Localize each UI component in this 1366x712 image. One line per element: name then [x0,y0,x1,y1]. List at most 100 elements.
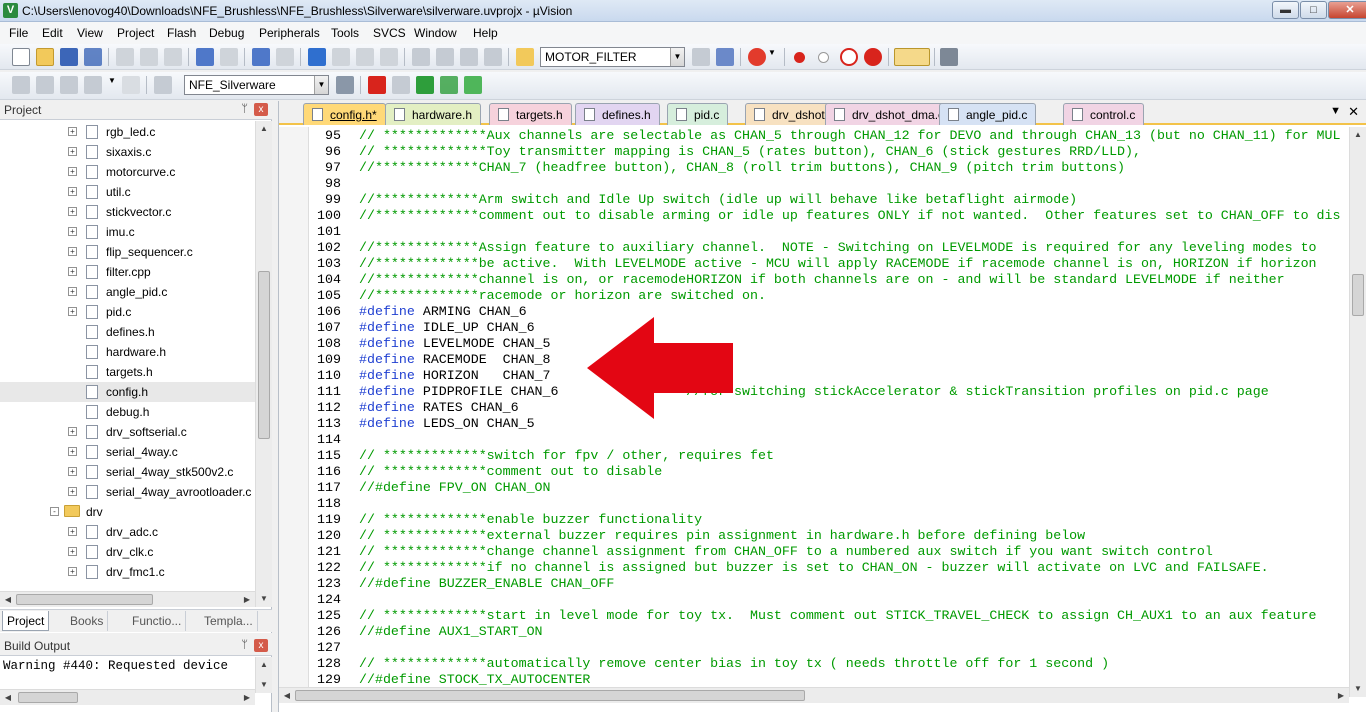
paste-icon[interactable] [164,48,182,66]
editor-tab[interactable]: defines.h [575,103,660,125]
find-icon[interactable] [692,48,710,66]
editor-tab[interactable]: drv_dshot_dma.c [825,103,954,125]
new-file-icon[interactable] [12,48,30,66]
scroll-down-icon[interactable]: ▼ [256,591,272,607]
chevron-down-icon[interactable]: ▼ [768,48,778,66]
find-combo[interactable]: MOTOR_FILTER ▼ [540,47,685,67]
prev-bookmark-icon[interactable] [332,48,350,66]
menu-window[interactable]: Window [414,26,457,40]
disable-breakpoint-icon[interactable] [818,52,829,63]
scroll-thumb[interactable] [1352,274,1364,316]
minimize-button[interactable]: ▬ [1272,1,1299,19]
menu-view[interactable]: View [77,26,103,40]
bookmark-icon[interactable] [308,48,326,66]
redo-icon[interactable] [220,48,238,66]
scroll-down-icon[interactable]: ▼ [1350,681,1366,697]
menu-project[interactable]: Project [117,26,154,40]
expand-icon[interactable]: + [68,547,77,556]
find-in-files-icon[interactable] [516,48,534,66]
build-vertical-scrollbar[interactable]: ▲ ▼ [255,657,272,693]
menu-file[interactable]: File [9,26,28,40]
tree-item[interactable]: + sixaxis.c [0,142,255,162]
download-icon[interactable] [154,76,172,94]
target-combo[interactable]: NFE_Silverware ▼ [184,75,329,95]
scroll-left-icon[interactable]: ◀ [279,688,295,704]
manage-run-time-icon[interactable] [416,76,434,94]
tab-books[interactable]: Books [66,611,109,631]
configure-icon[interactable] [940,48,958,66]
menu-peripherals[interactable]: Peripherals [259,26,320,40]
tree-item[interactable]: + serial_4way.c [0,442,255,462]
tree-item[interactable]: + serial_4way_stk500v2.c [0,462,255,482]
select-packs-icon[interactable] [392,76,410,94]
editor-tab[interactable]: config.h* [303,103,386,125]
uncomment-icon[interactable] [484,48,502,66]
editor-tab[interactable]: control.c [1063,103,1145,125]
tree-item[interactable]: + util.c [0,182,255,202]
editor-vertical-scrollbar[interactable]: ▲ ▼ [1349,127,1366,697]
navigate-forward-icon[interactable] [276,48,294,66]
save-icon[interactable] [60,48,78,66]
expand-icon[interactable]: + [68,247,77,256]
tree-item[interactable]: targets.h [0,362,255,382]
incremental-find-icon[interactable] [716,48,734,66]
scroll-left-icon[interactable]: ◀ [0,690,16,706]
project-horizontal-scrollbar[interactable]: ◀ ▶ [0,591,255,607]
expand-icon[interactable]: + [68,227,77,236]
scroll-up-icon[interactable]: ▲ [256,121,272,137]
cut-icon[interactable] [116,48,134,66]
expand-icon[interactable]: + [68,487,77,496]
unindent-icon[interactable] [436,48,454,66]
tree-item[interactable]: + drv_adc.c [0,522,255,542]
expand-icon[interactable]: + [68,447,77,456]
tree-item[interactable]: + drv_clk.c [0,542,255,562]
menu-debug[interactable]: Debug [209,26,244,40]
pack-installer-icon[interactable] [440,76,458,94]
chevron-down-icon[interactable]: ▼ [314,76,328,94]
expand-icon[interactable]: + [68,467,77,476]
tree-item[interactable]: + pid.c [0,302,255,322]
undo-icon[interactable] [196,48,214,66]
scroll-right-icon[interactable]: ▶ [239,592,255,608]
scroll-right-icon[interactable]: ▶ [1333,688,1349,704]
editor-horizontal-scrollbar[interactable]: ◀ ▶ [279,687,1349,703]
indent-icon[interactable] [412,48,430,66]
close-icon[interactable]: ✕ [1348,104,1359,120]
pin-icon[interactable]: ᛘ [241,103,248,115]
tree-item[interactable]: + serial_4way_avrootloader.c [0,482,255,502]
collapse-icon[interactable]: - [50,507,59,516]
window-layout-icon[interactable] [894,48,930,66]
editor-tab[interactable]: hardware.h [385,103,482,125]
tree-item[interactable]: + imu.c [0,222,255,242]
manage-project-items-icon[interactable] [368,76,386,94]
kill-all-breakpoints-icon[interactable] [864,48,882,66]
tree-item[interactable]: hardware.h [0,342,255,362]
translate-icon[interactable] [12,76,30,94]
tree-item[interactable]: + angle_pid.c [0,282,255,302]
close-icon[interactable]: x [254,639,268,652]
menu-svcs[interactable]: SVCS [373,26,406,40]
breakpoint-icon[interactable] [794,52,805,63]
menu-flash[interactable]: Flash [167,26,196,40]
chevron-down-icon[interactable]: ▼ [108,76,118,94]
scroll-thumb[interactable] [258,271,270,439]
code-area[interactable]: 95 // *************Aux channels are selec… [279,127,1341,687]
scroll-thumb[interactable] [295,690,805,701]
build-horizontal-scrollbar[interactable]: ◀ ▶ [0,689,255,705]
next-bookmark-icon[interactable] [356,48,374,66]
expand-icon[interactable]: + [68,187,77,196]
scroll-up-icon[interactable]: ▲ [1350,127,1366,143]
scroll-thumb[interactable] [16,594,153,605]
tree-item[interactable]: + stickvector.c [0,202,255,222]
tree-item[interactable]: + rgb_led.c [0,122,255,142]
close-icon[interactable]: x [254,103,268,116]
editor-tab[interactable]: targets.h [489,103,572,125]
software-packs-icon[interactable] [464,76,482,94]
expand-icon[interactable]: + [68,147,77,156]
tab-project[interactable]: Project [2,611,50,631]
navigate-back-icon[interactable] [252,48,270,66]
tree-item[interactable]: config.h [0,382,255,402]
debug-session-icon[interactable] [748,48,766,66]
menu-tools[interactable]: Tools [331,26,359,40]
pin-icon[interactable]: ᛘ [241,639,248,651]
